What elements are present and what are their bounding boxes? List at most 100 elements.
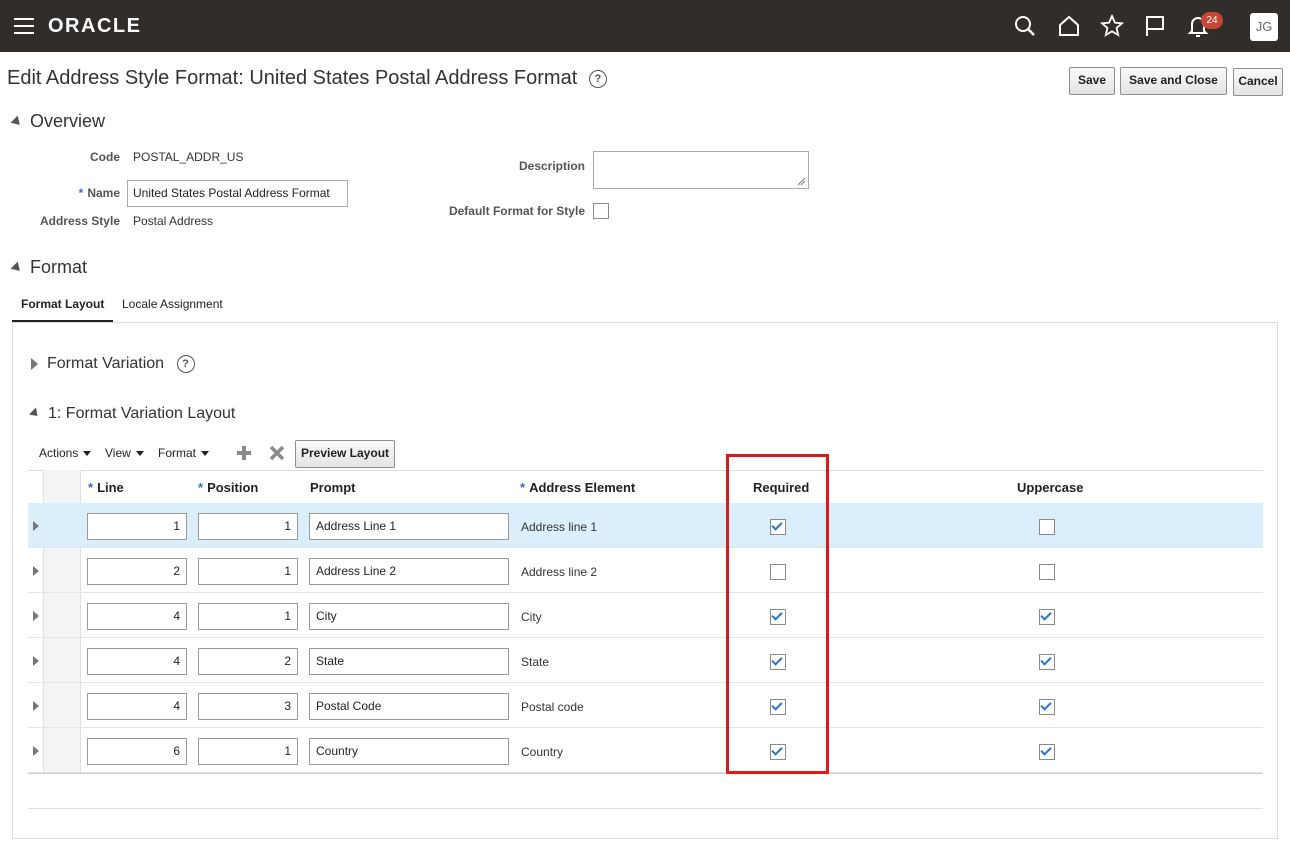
user-avatar[interactable]: JG: [1250, 13, 1278, 41]
address-style-label: Address Style: [39, 214, 120, 228]
star-icon[interactable]: [1100, 14, 1124, 38]
default-format-checkbox[interactable]: [593, 203, 609, 219]
required-indicator: *: [78, 186, 84, 200]
required-indicator: *: [198, 480, 204, 495]
overview-section-header[interactable]: Overview: [10, 111, 106, 132]
tab-locale-assignment[interactable]: Locale Assignment: [122, 297, 223, 311]
menu-icon[interactable]: [14, 18, 34, 34]
flag-icon[interactable]: [1143, 14, 1167, 38]
collapse-icon: [10, 115, 24, 129]
description-input[interactable]: [593, 151, 809, 189]
column-header-address-element[interactable]: * Address Element: [520, 480, 635, 495]
position-input[interactable]: 1: [198, 738, 298, 765]
collapse-icon: [28, 407, 42, 420]
tab-format-layout[interactable]: Format Layout: [21, 297, 104, 311]
expand-row-icon[interactable]: [33, 701, 39, 711]
uppercase-checkbox[interactable]: [1039, 609, 1055, 625]
code-label: Code: [90, 150, 120, 164]
position-input[interactable]: 1: [198, 603, 298, 630]
global-header: ORACLE 24 JG: [0, 0, 1290, 52]
prompt-input[interactable]: Postal Code: [309, 693, 509, 720]
description-label: Description: [518, 159, 585, 173]
format-variation-layout-header[interactable]: 1: Format Variation Layout: [28, 405, 236, 423]
uppercase-checkbox[interactable]: [1039, 564, 1055, 580]
address-element-value: City: [521, 610, 542, 624]
page-title: Edit Address Style Format: United States…: [7, 67, 607, 90]
chevron-down-icon: [201, 451, 210, 457]
line-input[interactable]: 4: [87, 648, 187, 675]
name-label: * Name: [40, 186, 120, 200]
expand-row-icon[interactable]: [33, 611, 39, 621]
table-top-border: [28, 470, 1263, 471]
position-input[interactable]: 2: [198, 648, 298, 675]
prompt-input[interactable]: Address Line 2: [309, 558, 509, 585]
position-header-text: Position: [207, 480, 259, 495]
help-icon[interactable]: ?: [176, 355, 195, 373]
prompt-input[interactable]: Country: [309, 738, 509, 765]
name-input[interactable]: United States Postal Address Format: [127, 180, 348, 207]
overview-heading: Overview: [30, 111, 106, 131]
view-label: View: [105, 446, 131, 460]
resize-handle-icon[interactable]: [796, 176, 806, 186]
address-element-value: Postal code: [521, 700, 584, 714]
uppercase-checkbox[interactable]: [1039, 744, 1055, 760]
table-bottom-border: [28, 773, 1263, 774]
column-header-uppercase[interactable]: Uppercase: [1017, 480, 1083, 495]
format-heading: Format: [30, 257, 88, 277]
expand-row-icon[interactable]: [33, 521, 39, 531]
expand-row-icon[interactable]: [33, 656, 39, 666]
layout-heading: 1: Format Variation Layout: [48, 405, 236, 422]
expand-row-icon[interactable]: [33, 746, 39, 756]
address-element-value: State: [521, 655, 550, 669]
table-footer-divider: [28, 808, 1263, 809]
uppercase-checkbox[interactable]: [1039, 699, 1055, 715]
view-menu[interactable]: View: [105, 446, 144, 460]
prompt-input[interactable]: Address Line 1: [309, 513, 509, 540]
position-input[interactable]: 1: [198, 558, 298, 585]
column-header-prompt[interactable]: Prompt: [310, 480, 356, 495]
default-format-label: Default Format for Style: [448, 204, 585, 218]
prompt-input[interactable]: City: [309, 603, 509, 630]
line-input[interactable]: 2: [87, 558, 187, 585]
cancel-button[interactable]: Cancel: [1233, 68, 1283, 96]
format-variation-heading: Format Variation: [47, 355, 165, 373]
prompt-input[interactable]: State: [309, 648, 509, 675]
line-header-text: Line: [97, 480, 124, 495]
required-column-highlight: [726, 454, 829, 774]
address-element-header-text: Address Element: [529, 480, 636, 495]
preview-layout-button[interactable]: Preview Layout: [295, 440, 395, 468]
name-label-text: Name: [87, 186, 120, 200]
position-input[interactable]: 1: [198, 513, 298, 540]
address-style-value: Postal Address: [133, 214, 214, 228]
home-icon[interactable]: [1057, 14, 1081, 38]
add-icon[interactable]: [236, 445, 252, 461]
help-icon[interactable]: ?: [588, 69, 607, 88]
delete-icon[interactable]: [269, 445, 285, 461]
line-input[interactable]: 4: [87, 693, 187, 720]
line-input[interactable]: 6: [87, 738, 187, 765]
required-indicator: *: [520, 480, 526, 495]
format-menu[interactable]: Format: [158, 446, 210, 460]
save-button[interactable]: Save: [1069, 67, 1115, 95]
save-and-close-button[interactable]: Save and Close: [1120, 67, 1227, 95]
actions-menu[interactable]: Actions: [39, 446, 92, 460]
notification-count-badge: 24: [1201, 12, 1223, 29]
expand-row-icon[interactable]: [33, 566, 39, 576]
address-element-value: Address line 2: [521, 565, 598, 579]
position-input[interactable]: 3: [198, 693, 298, 720]
search-icon[interactable]: [1013, 14, 1037, 38]
collapse-icon: [10, 261, 24, 275]
page-title-text: Edit Address Style Format: United States…: [7, 67, 578, 89]
line-input[interactable]: 1: [87, 513, 187, 540]
format-variation-header[interactable]: Format Variation ?: [31, 355, 195, 373]
required-indicator: *: [88, 480, 94, 495]
format-section-header[interactable]: Format: [10, 257, 88, 278]
format-label: Format: [158, 446, 197, 460]
uppercase-checkbox[interactable]: [1039, 519, 1055, 535]
uppercase-checkbox[interactable]: [1039, 654, 1055, 670]
expand-icon: [31, 358, 38, 370]
column-header-position[interactable]: * Position: [198, 480, 258, 495]
column-header-line[interactable]: * Line: [88, 480, 124, 495]
line-input[interactable]: 4: [87, 603, 187, 630]
oracle-logo[interactable]: ORACLE: [48, 15, 141, 38]
